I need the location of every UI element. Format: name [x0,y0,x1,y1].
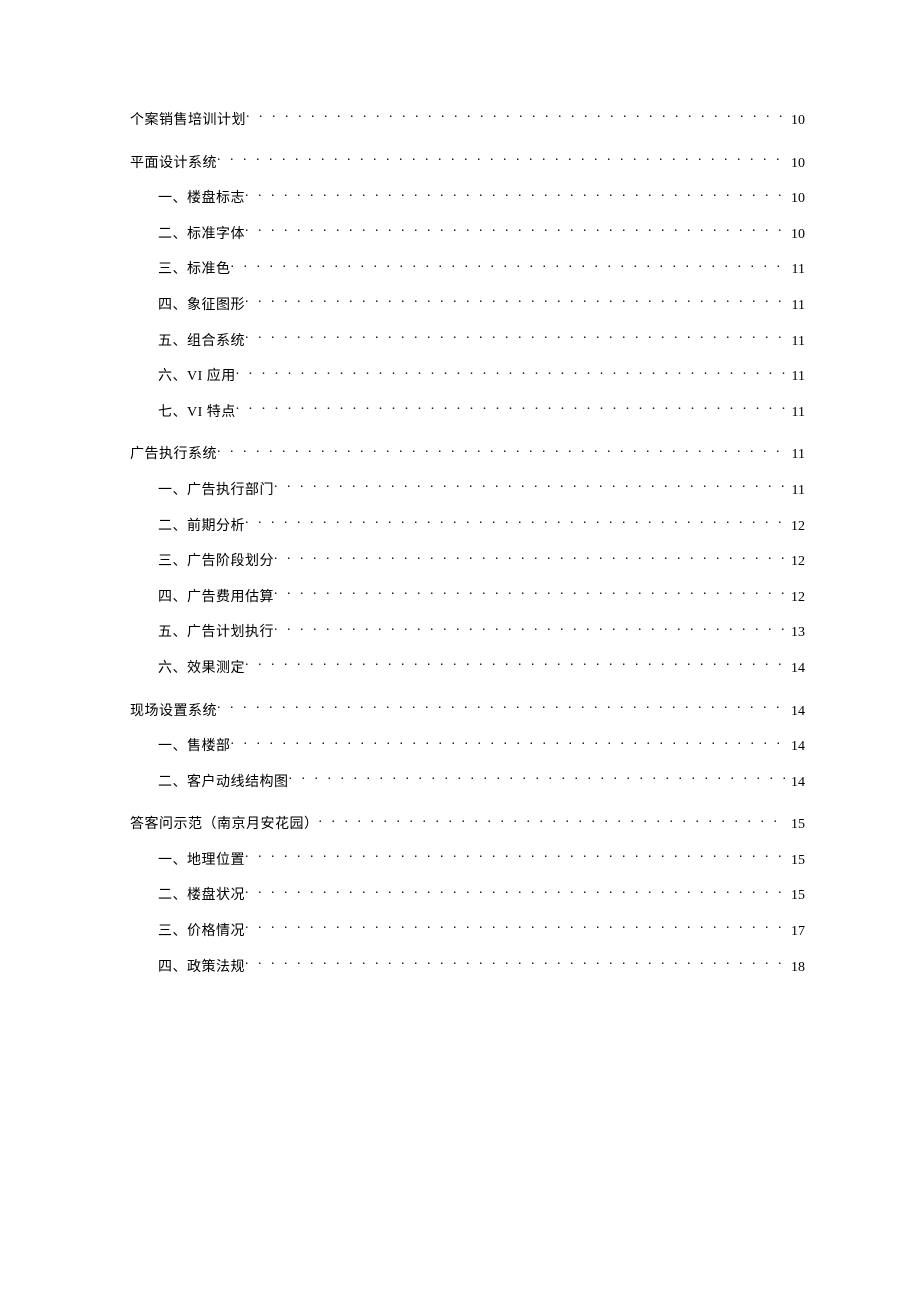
toc-leader-dots [319,814,788,828]
toc-entry: 二、客户动线结构图 14 [130,772,805,793]
toc-page-number: 10 [787,154,805,174]
toc-page-number: 12 [787,552,805,572]
toc-entry: 一、广告执行部门 11 [130,480,805,501]
toc-title: 一、楼盘标志 [158,189,245,209]
table-of-contents: 个案销售培训计划 10 平面设计系统 10 一、楼盘标志 10 二、标准字体 10 三、标准色 1… [130,110,805,977]
toc-entry: 五、组合系统 11 [130,331,805,352]
toc-entry: 四、广告费用估算 12 [130,587,805,608]
toc-entry: 六、VI 应用 11 [130,366,805,387]
toc-title: 广告执行系统 [130,445,217,465]
toc-entry: 三、价格情况 17 [130,921,805,942]
toc-page-number: 11 [788,260,805,280]
toc-title: 六、效果测定 [158,659,245,679]
toc-leader-dots [217,444,788,458]
toc-title: 五、广告计划执行 [158,623,274,643]
toc-leader-dots [274,551,787,565]
toc-page-number: 10 [787,111,805,131]
toc-leader-dots [274,622,787,636]
toc-leader-dots [246,110,787,124]
toc-title: 二、楼盘状况 [158,886,245,906]
toc-page-number: 15 [787,815,805,835]
toc-entry: 四、政策法规 18 [130,957,805,978]
toc-entry: 四、象征图形 11 [130,295,805,316]
toc-page-number: 12 [787,588,805,608]
toc-title: 七、VI 特点 [158,403,236,423]
toc-leader-dots [217,701,787,715]
toc-page-number: 11 [788,403,805,423]
toc-title: 一、售楼部 [158,737,231,757]
toc-title: 三、广告阶段划分 [158,552,274,572]
toc-title: 六、VI 应用 [158,367,236,387]
toc-leader-dots [274,480,788,494]
toc-page-number: 13 [787,623,805,643]
toc-leader-dots [245,224,787,238]
toc-title: 二、前期分析 [158,517,245,537]
toc-page-number: 11 [788,481,805,501]
toc-entry: 二、楼盘状况 15 [130,885,805,906]
toc-title: 三、标准色 [158,260,231,280]
toc-entry: 个案销售培训计划 10 [130,110,805,131]
toc-page-number: 18 [787,958,805,978]
toc-page-number: 14 [787,659,805,679]
toc-title: 个案销售培训计划 [130,111,246,131]
toc-entry: 一、售楼部 14 [130,736,805,757]
toc-leader-dots [245,516,787,530]
toc-title: 四、广告费用估算 [158,588,274,608]
toc-entry: 三、广告阶段划分 12 [130,551,805,572]
toc-leader-dots [245,658,787,672]
toc-page-number: 11 [788,445,805,465]
toc-entry: 三、标准色 11 [130,259,805,280]
toc-leader-dots [245,921,787,935]
toc-entry: 现场设置系统 14 [130,701,805,722]
toc-title: 三、价格情况 [158,922,245,942]
toc-entry: 广告执行系统 11 [130,444,805,465]
toc-leader-dots [236,402,788,416]
toc-leader-dots [236,366,788,380]
toc-title: 二、客户动线结构图 [158,773,289,793]
toc-title: 现场设置系统 [130,702,217,722]
toc-leader-dots [245,188,787,202]
toc-leader-dots [231,736,788,750]
toc-page-number: 15 [787,851,805,871]
toc-entry: 一、地理位置 15 [130,850,805,871]
toc-page-number: 14 [787,737,805,757]
toc-entry: 答客问示范（南京月安花园） 15 [130,814,805,835]
toc-page-number: 12 [787,517,805,537]
toc-leader-dots [245,295,788,309]
toc-leader-dots [289,772,788,786]
toc-leader-dots [245,885,787,899]
toc-title: 平面设计系统 [130,154,217,174]
toc-page-number: 14 [787,702,805,722]
toc-title: 五、组合系统 [158,332,245,352]
toc-leader-dots [245,331,788,345]
toc-page-number: 11 [788,296,805,316]
toc-page-number: 11 [788,367,805,387]
toc-entry: 二、前期分析 12 [130,516,805,537]
toc-page-number: 15 [787,886,805,906]
toc-entry: 一、楼盘标志 10 [130,188,805,209]
toc-entry: 五、广告计划执行 13 [130,622,805,643]
toc-entry: 七、VI 特点 11 [130,402,805,423]
toc-title: 一、地理位置 [158,851,245,871]
toc-entry: 六、效果测定 14 [130,658,805,679]
toc-title: 一、广告执行部门 [158,481,274,501]
toc-page-number: 11 [788,332,805,352]
toc-entry: 平面设计系统 10 [130,153,805,174]
toc-page-number: 10 [787,189,805,209]
toc-leader-dots [274,587,787,601]
toc-title: 四、象征图形 [158,296,245,316]
toc-leader-dots [245,850,787,864]
toc-page-number: 10 [787,225,805,245]
toc-title: 二、标准字体 [158,225,245,245]
toc-leader-dots [231,259,788,273]
toc-leader-dots [245,957,787,971]
toc-leader-dots [217,153,787,167]
toc-title: 答客问示范（南京月安花园） [130,815,319,835]
toc-page-number: 14 [787,773,805,793]
toc-page-number: 17 [787,922,805,942]
toc-entry: 二、标准字体 10 [130,224,805,245]
toc-title: 四、政策法规 [158,958,245,978]
